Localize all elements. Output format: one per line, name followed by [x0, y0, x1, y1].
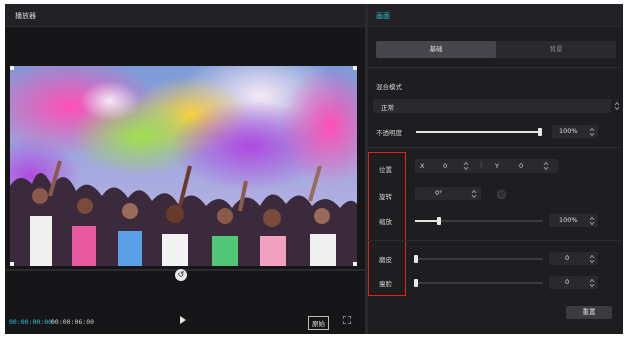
video-frame-image	[10, 66, 357, 266]
divider-line	[368, 67, 623, 68]
y-label: Y	[495, 162, 499, 170]
rotate-label: 旋转	[379, 193, 392, 201]
rotate-value: 0°	[435, 189, 443, 197]
reset-circle-icon[interactable]: ↺	[175, 269, 187, 281]
blur-value: 0	[565, 254, 570, 262]
current-time: 00:00:00:00	[9, 318, 53, 326]
player-header: 播放器	[5, 4, 365, 27]
blend-mode-value: 正常	[381, 104, 394, 112]
x-value[interactable]: 0	[443, 162, 447, 170]
stepper-icon[interactable]	[589, 278, 595, 288]
slim-input[interactable]: 0	[549, 276, 598, 289]
scale-input[interactable]: 100%	[549, 214, 598, 227]
slim-value: 0	[565, 278, 570, 286]
blur-label: 磨皮	[379, 256, 392, 264]
reset-button[interactable]: 重置	[566, 306, 612, 319]
slim-label: 瘦脸	[379, 280, 392, 288]
blur-input[interactable]: 0	[549, 252, 598, 265]
divider-line	[368, 240, 623, 241]
blend-mode-label: 混合模式	[376, 83, 402, 91]
opacity-value: 100%	[559, 127, 578, 135]
opacity-slider-fill	[416, 131, 542, 133]
opacity-label: 不透明度	[376, 129, 402, 137]
fullscreen-icon[interactable]	[343, 316, 351, 324]
player-panel: 播放器 ↺ 00:00:00:00 00:00:06:00 原始	[5, 4, 365, 334]
total-time: 00:00:06:00	[51, 318, 95, 326]
crop-handle-bottom-left[interactable]	[10, 262, 14, 266]
stepper-icon[interactable]	[463, 161, 469, 171]
slim-slider-track[interactable]	[415, 282, 543, 284]
stepper-icon[interactable]	[471, 189, 477, 199]
crop-handle-bottom-right[interactable]	[353, 262, 357, 266]
segment-control: 基础 背景	[376, 41, 616, 58]
rotate-dial-icon[interactable]	[497, 190, 506, 199]
segment-background[interactable]: 背景	[496, 41, 616, 58]
stepper-icon[interactable]	[589, 216, 595, 226]
scale-value: 100%	[559, 216, 578, 224]
rotate-input[interactable]: 0°	[415, 187, 481, 200]
play-icon[interactable]	[180, 316, 186, 324]
blend-mode-select[interactable]: 正常	[373, 99, 620, 113]
scale-label: 缩放	[379, 218, 392, 226]
segment-basic[interactable]: 基础	[376, 41, 496, 58]
properties-panel: 画面 基础 背景 混合模式 正常 不透明度 100% 位置 X 0 | Y 0 …	[368, 4, 623, 334]
opacity-slider-handle[interactable]	[538, 128, 542, 136]
position-inputs: X 0 | Y 0	[415, 159, 558, 173]
separator-bar: |	[480, 161, 483, 169]
blur-slider-handle[interactable]	[414, 255, 418, 263]
editor-window: 播放器 ↺ 00:00:00:00 00:00:06:00 原始 画面 基础 背…	[5, 4, 623, 334]
stepper-icon[interactable]	[589, 127, 595, 137]
y-value[interactable]: 0	[519, 162, 523, 170]
stepper-icon[interactable]	[589, 254, 595, 264]
aspect-ratio-button[interactable]: 原始	[308, 316, 329, 330]
player-title: 播放器	[15, 12, 36, 20]
properties-header: 画面	[368, 4, 623, 27]
slim-slider-handle[interactable]	[414, 279, 418, 287]
x-label: X	[420, 162, 425, 170]
blur-slider-track[interactable]	[415, 258, 543, 260]
crop-handle-top-right[interactable]	[353, 66, 357, 70]
position-label: 位置	[379, 166, 392, 174]
stepper-icon[interactable]	[614, 101, 620, 111]
opacity-input[interactable]: 100%	[552, 125, 598, 138]
scale-slider-handle[interactable]	[436, 217, 441, 225]
video-preview[interactable]	[10, 66, 357, 266]
tab-screen[interactable]: 画面	[376, 11, 390, 21]
stepper-icon[interactable]	[543, 161, 549, 171]
divider-line	[368, 147, 623, 148]
crop-handle-top-left[interactable]	[10, 66, 14, 70]
